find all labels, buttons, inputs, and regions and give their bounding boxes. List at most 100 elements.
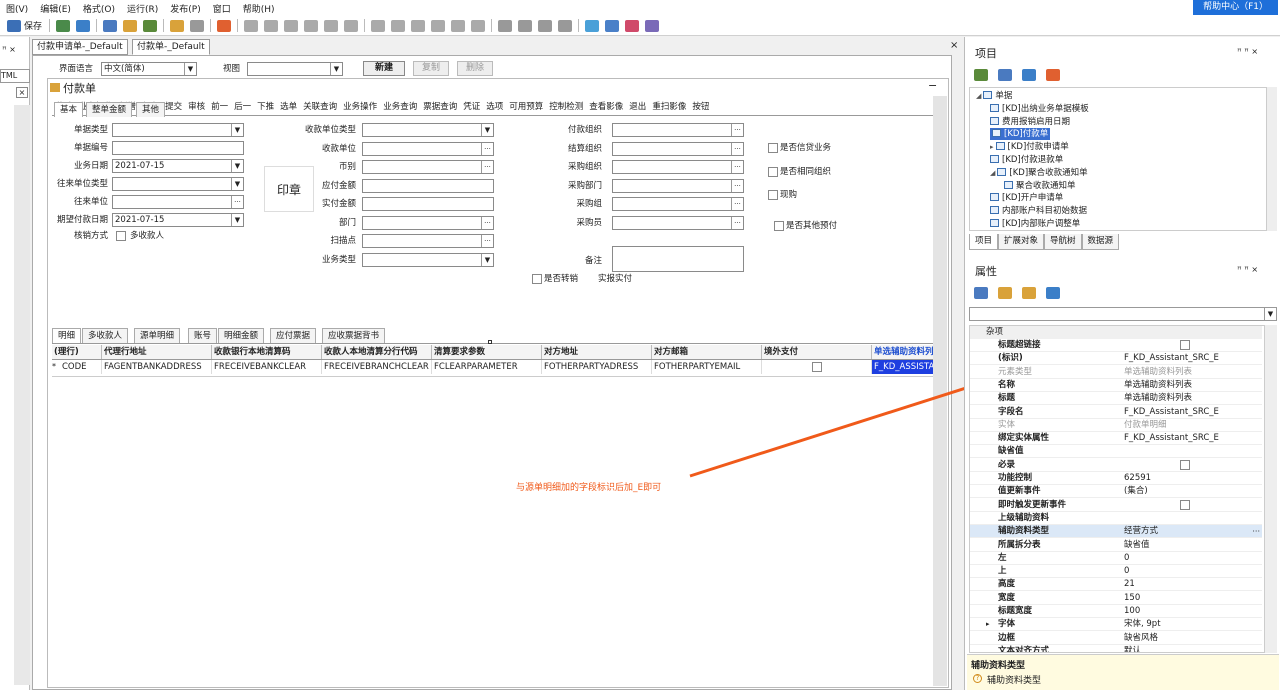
alphabetical-icon[interactable]: [998, 287, 1012, 299]
property-value[interactable]: F_KD_Assistant_SRC_E: [1124, 352, 1260, 365]
tree-node[interactable]: ◢ [KD]聚合收款通知单: [990, 167, 1088, 179]
window-icon[interactable]: [998, 69, 1012, 81]
tree-node-label: [KD]聚合收款通知单: [1009, 167, 1088, 178]
property-value[interactable]: 0: [1124, 565, 1260, 578]
property-name: 实体: [998, 419, 1016, 430]
tree-node[interactable]: [KD]开户申请单: [990, 192, 1063, 204]
property-value[interactable]: 单选辅助资料列表: [1124, 366, 1260, 379]
properties-panel-pin[interactable]: ꟸ ꟸ ×: [1237, 265, 1258, 274]
property-checkbox[interactable]: [1180, 459, 1190, 470]
property-row[interactable]: ▸ 字体 宋体, 9pt: [970, 618, 1262, 632]
property-checkbox[interactable]: [1180, 340, 1190, 350]
tree-node-label: 单据: [995, 91, 1013, 101]
property-row[interactable]: 辅助资料类型 经营方式 ···: [970, 525, 1262, 539]
tree-node[interactable]: 聚合收款通知单: [1004, 180, 1076, 192]
property-row[interactable]: 左0: [970, 552, 1262, 565]
tree-scrollbar[interactable]: [1267, 87, 1277, 231]
property-row[interactable]: 实体 付款单明细: [970, 419, 1262, 432]
property-row[interactable]: 上0: [970, 565, 1262, 579]
property-name: 即时触发更新事件: [998, 499, 1067, 510]
property-row[interactable]: 即时触发更新事件: [970, 499, 1262, 512]
tree-node[interactable]: [KD]付款退款单: [990, 154, 1063, 166]
tree-node[interactable]: [KD]内部账户调整单: [990, 218, 1080, 230]
project-tab[interactable]: 项目: [969, 234, 999, 250]
expander-icon[interactable]: ▸: [986, 618, 990, 631]
property-row[interactable]: (标识) F_KD_Assistant_SRC_E: [970, 352, 1262, 366]
property-value[interactable]: 100: [1124, 605, 1260, 618]
expander-icon[interactable]: ▸: [990, 143, 994, 151]
events-icon[interactable]: [1022, 287, 1036, 299]
tree-node[interactable]: 费用报销启用日期: [990, 116, 1070, 128]
property-row[interactable]: 标题 单选辅助资料列表: [970, 392, 1262, 406]
property-row[interactable]: 上级辅助资料: [970, 512, 1262, 525]
ellipsis-icon[interactable]: ···: [1252, 525, 1260, 538]
property-object-select[interactable]: ▼: [969, 307, 1277, 321]
chevron-down-icon[interactable]: ▼: [1264, 308, 1276, 320]
project-tree: ◢ 单据 [KD]出纳业务单据模板 费用报销启用日期 [KD]付款单 ▸ [KD]付款申请单…: [969, 87, 1267, 231]
property-value[interactable]: F_KD_Assistant_SRC_E: [1124, 406, 1260, 419]
property-name: 高度: [998, 579, 1016, 590]
tree-node[interactable]: 内部账户科目初始数据: [990, 205, 1087, 217]
property-row[interactable]: 必录: [970, 459, 1262, 472]
property-name: 功能控制: [998, 473, 1033, 483]
property-description-text: 辅助资料类型: [987, 676, 1042, 686]
copy-icon[interactable]: [1022, 69, 1036, 81]
property-row[interactable]: 高度 21: [970, 578, 1262, 592]
property-grid: 杂项 标题超链接 (标识) F_KD_Assistant_SRC_E 元素类型 单选辅助…: [969, 325, 1265, 653]
expander-icon[interactable]: ◢: [976, 92, 981, 100]
property-row[interactable]: 文本对齐方式 默认: [970, 645, 1262, 652]
property-row[interactable]: 宽度 150: [970, 592, 1262, 605]
property-row[interactable]: 所属拆分表 缺省值: [970, 539, 1262, 552]
tree-node-label: 聚合收款通知单: [1016, 180, 1076, 191]
property-row[interactable]: 字段名 F_KD_Assistant_SRC_E: [970, 406, 1262, 419]
property-name: 名称: [998, 379, 1016, 390]
tree-node[interactable]: ◢ 单据: [976, 90, 1012, 102]
project-tab[interactable]: 数据源: [1081, 234, 1120, 250]
tree-node-label: [KD]付款退款单: [1002, 155, 1064, 165]
property-row[interactable]: 绑定实体属性 F_KD_Assistant_SRC_E: [970, 432, 1262, 446]
property-value[interactable]: 缺省风格: [1124, 632, 1260, 645]
property-name: 绑定实体属性: [998, 433, 1050, 444]
tree-node[interactable]: ▸ [KD]付款申请单: [990, 141, 1069, 153]
tree-node[interactable]: [KD]付款单: [990, 128, 1051, 141]
property-value[interactable]: 0: [1124, 552, 1260, 565]
property-value[interactable]: F_KD_Assistant_SRC_E: [1124, 432, 1260, 445]
property-scrollbar[interactable]: [1265, 325, 1277, 653]
property-name: 标题超链接: [998, 340, 1041, 350]
property-value[interactable]: 付款单明细: [1124, 419, 1260, 432]
property-value[interactable]: 默认: [1124, 645, 1260, 652]
property-value[interactable]: 宋体, 9pt: [1124, 618, 1260, 631]
project-tab[interactable]: 导航树: [1044, 234, 1082, 250]
property-row[interactable]: 值更新事件 (集合): [970, 485, 1262, 499]
tree-node[interactable]: [KD]出纳业务单据模板: [990, 103, 1089, 115]
property-checkbox[interactable]: [1180, 499, 1190, 510]
property-row[interactable]: 边框 缺省风格: [970, 632, 1262, 645]
property-value[interactable]: 21: [1124, 578, 1260, 591]
property-row[interactable]: 元素类型 单选辅助资料列表: [970, 366, 1262, 379]
project-panel-pin[interactable]: ꟸ ꟸ ×: [1237, 47, 1258, 56]
annotation-text: 与源单明细加的字段标识后加_E即可: [516, 483, 662, 493]
property-value[interactable]: 单选辅助资料列表: [1124, 379, 1260, 392]
refresh-icon[interactable]: [974, 69, 988, 81]
tree-node-label: 内部账户科目初始数据: [1002, 206, 1088, 217]
property-value[interactable]: 单选辅助资料列表: [1124, 392, 1260, 405]
property-value[interactable]: 缺省值: [1124, 539, 1260, 552]
property-pages-icon[interactable]: [1046, 287, 1060, 299]
project-panel-title: 项目: [975, 47, 997, 60]
property-row[interactable]: 标题宽度 100: [970, 605, 1262, 618]
property-row[interactable]: 缺省值: [970, 445, 1262, 459]
property-row[interactable]: 名称 单选辅助资料列表: [970, 379, 1262, 392]
document-icon: [990, 103, 999, 112]
property-value[interactable]: 150: [1124, 592, 1260, 605]
property-value[interactable]: (集合): [1124, 485, 1260, 498]
property-row[interactable]: 功能控制 62591: [970, 472, 1262, 485]
property-row[interactable]: 标题超链接: [970, 339, 1262, 352]
tree-node-label: 费用报销启用日期: [1002, 116, 1071, 127]
categorized-icon[interactable]: [974, 287, 988, 299]
property-value[interactable]: 62591: [1124, 472, 1260, 485]
project-tab[interactable]: 扩展对象: [998, 234, 1045, 250]
property-value[interactable]: 经营方式: [1124, 525, 1260, 538]
property-section-misc[interactable]: 杂项: [970, 326, 1262, 339]
delete-icon[interactable]: [1046, 69, 1060, 81]
expander-icon[interactable]: ◢: [990, 169, 995, 177]
